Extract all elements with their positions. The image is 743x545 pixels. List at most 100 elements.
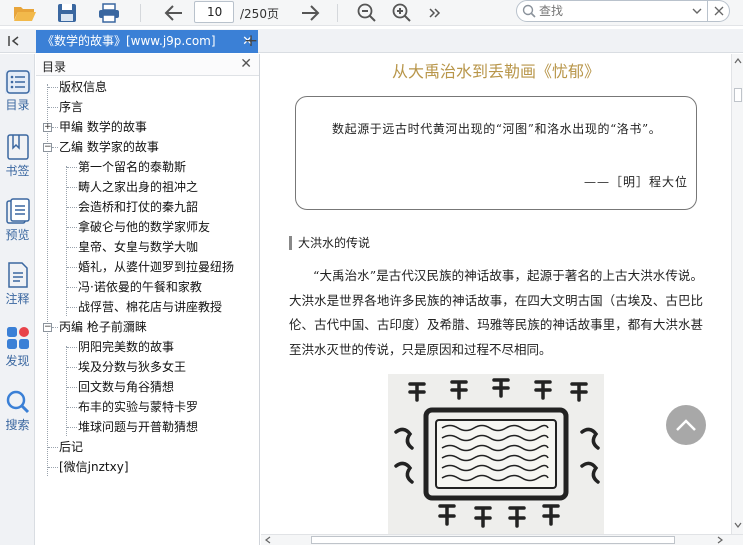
outline-item[interactable]: 乙编 数学家的故事 [59,138,159,156]
epigraph-source: ——［明］程大位 [583,175,688,189]
outline-close-icon[interactable]: ✕ [240,56,252,72]
collapse-sidebar-button[interactable] [4,31,26,51]
search-input[interactable] [539,4,679,18]
outline-item[interactable]: 会造桥和打仗的秦九韶 [78,198,198,216]
tree-branch [67,307,77,308]
tree-branch [67,227,77,228]
outline-header: 目录 ✕ [36,54,259,76]
sidebar-item-preview[interactable]: 预览 [0,182,35,242]
outline-item[interactable]: 埃及分数与狄多女王 [78,358,186,376]
page-number-input[interactable] [194,1,234,23]
outline-item[interactable]: 拿破仑与他的数学家师友 [78,218,210,236]
search-icon [522,4,536,18]
tab-document[interactable]: 《数学的故事》[www.j9p.com] ✕ [36,30,258,53]
search-clear-button[interactable] [708,0,730,22]
tree-branch [48,107,58,108]
sidebar: 目录 书签 预览 注释 发现 搜索 [0,54,35,545]
tab-title: 《数学的故事》[www.j9p.com] [42,34,216,48]
zoom-in-icon[interactable] [389,1,415,25]
close-icon [714,6,723,16]
horizontal-scrollbar[interactable] [261,534,743,545]
toolbar-separator [140,4,141,22]
tab-bar: 《数学的故事》[www.j9p.com] ✕ + [0,29,743,53]
sidebar-item-search[interactable]: 搜索 [0,374,35,432]
tree-branch [52,327,58,328]
outline-item[interactable]: [微信jnztxy] [59,458,129,476]
collapse-left-icon [8,36,19,46]
collapse-icon[interactable]: − [43,143,52,152]
scroll-left-arrow-icon[interactable] [265,536,271,544]
outline-item[interactable]: 婚礼，从婆什迦罗到拉曼纽扬 [78,258,234,276]
tree-guide-line [66,166,67,316]
search-field[interactable] [516,0,688,22]
chevron-down-icon [692,8,701,14]
new-tab-button[interactable]: + [241,31,261,51]
epigraph-text: 数起源于远古时代黄河出现的“河图”和洛水出现的“洛书”。 [332,122,662,136]
scroll-up-arrow-icon[interactable] [734,58,742,64]
toc-icon [4,70,31,94]
tree-branch [67,347,77,348]
tree-branch [67,407,77,408]
sidebar-item-annotation[interactable]: 注释 [0,246,35,306]
collapse-icon[interactable]: − [43,323,52,332]
scroll-down-arrow-icon[interactable] [734,522,742,528]
outline-item[interactable]: 序言 [59,98,83,116]
outline-item[interactable]: 皇帝、女皇与数学大咖 [78,238,198,256]
tree-branch [48,447,58,448]
sidebar-item-discover[interactable]: 发现 [0,310,35,368]
sidebar-item-toc[interactable]: 目录 [0,54,35,112]
search-icon [5,390,31,414]
open-folder-icon[interactable] [12,1,38,25]
discover-icon [5,326,31,350]
outline-item[interactable]: 阴阳完美数的故事 [78,338,174,356]
outline-item[interactable]: 战俘营、棉花店与讲座教授 [78,298,222,316]
outline-item[interactable]: 版权信息 [59,78,107,96]
arrow-left-icon[interactable] [161,1,187,25]
bookmark-icon [5,134,31,160]
expand-icon[interactable]: + [43,123,52,132]
chevron-up-icon [676,419,696,431]
more-chevron-icon[interactable] [422,1,448,25]
horizontal-scroll-thumb[interactable] [311,536,675,544]
outline-item[interactable]: 后记 [59,438,83,456]
outline-item[interactable]: 冯·诺依曼的午餐和家教 [78,278,202,296]
hetu-diagram-image [388,374,604,534]
tree-branch [48,87,58,88]
zoom-out-icon[interactable] [354,1,380,25]
vertical-scroll-thumb[interactable] [734,88,742,102]
tree-branch [52,147,58,148]
tree-branch [67,287,77,288]
outline-item[interactable]: 畴人之家出身的祖冲之 [78,178,198,196]
body-paragraph: “大禹治水”是古代汉民族的神话故事，起源于著名的上古大洪水传说。大洪水是世界各地… [289,268,703,357]
scroll-to-top-button[interactable] [666,405,706,445]
save-icon[interactable] [54,1,80,25]
scroll-right-arrow-icon[interactable] [717,536,723,544]
tree-branch [67,167,77,168]
tree-guide-line [66,346,67,436]
vertical-scrollbar[interactable] [731,54,743,534]
outline-item[interactable]: 丙编 枪子前瀰睐 [59,318,147,336]
toolbar-separator [337,4,338,22]
outline-title: 目录 [42,60,67,74]
tree-branch [67,207,77,208]
tree-branch [67,387,77,388]
outline-item[interactable]: 甲编 数学的故事 [59,118,147,136]
document-view[interactable]: 从大禹治水到丢勒画《忧郁》 数起源于远古时代黄河出现的“河图”和洛水出现的“洛书… [261,54,731,534]
outline-item[interactable]: 回文数与角谷猜想 [78,378,174,396]
outline-item[interactable]: 第一个留名的泰勒斯 [78,158,186,176]
sidebar-label-search: 搜索 [5,418,30,432]
search-dropdown-button[interactable] [686,0,708,22]
tree-branch [67,267,77,268]
annotation-icon [5,262,31,288]
outline-item[interactable]: 堆球问题与开普勒猜想 [78,418,198,436]
tree-branch [48,467,58,468]
preview-icon [5,198,31,224]
sidebar-label-toc: 目录 [5,98,30,112]
sidebar-item-bookmark[interactable]: 书签 [0,118,35,178]
tree-branch [67,187,77,188]
epigraph-box: 数起源于远古时代黄河出现的“河图”和洛水出现的“洛书”。 ——［明］程大位 [295,96,697,210]
tree-branch [67,247,77,248]
outline-item[interactable]: 布丰的实验与蒙特卡罗 [78,398,198,416]
arrow-right-icon[interactable] [297,1,323,25]
print-icon[interactable] [96,1,122,25]
